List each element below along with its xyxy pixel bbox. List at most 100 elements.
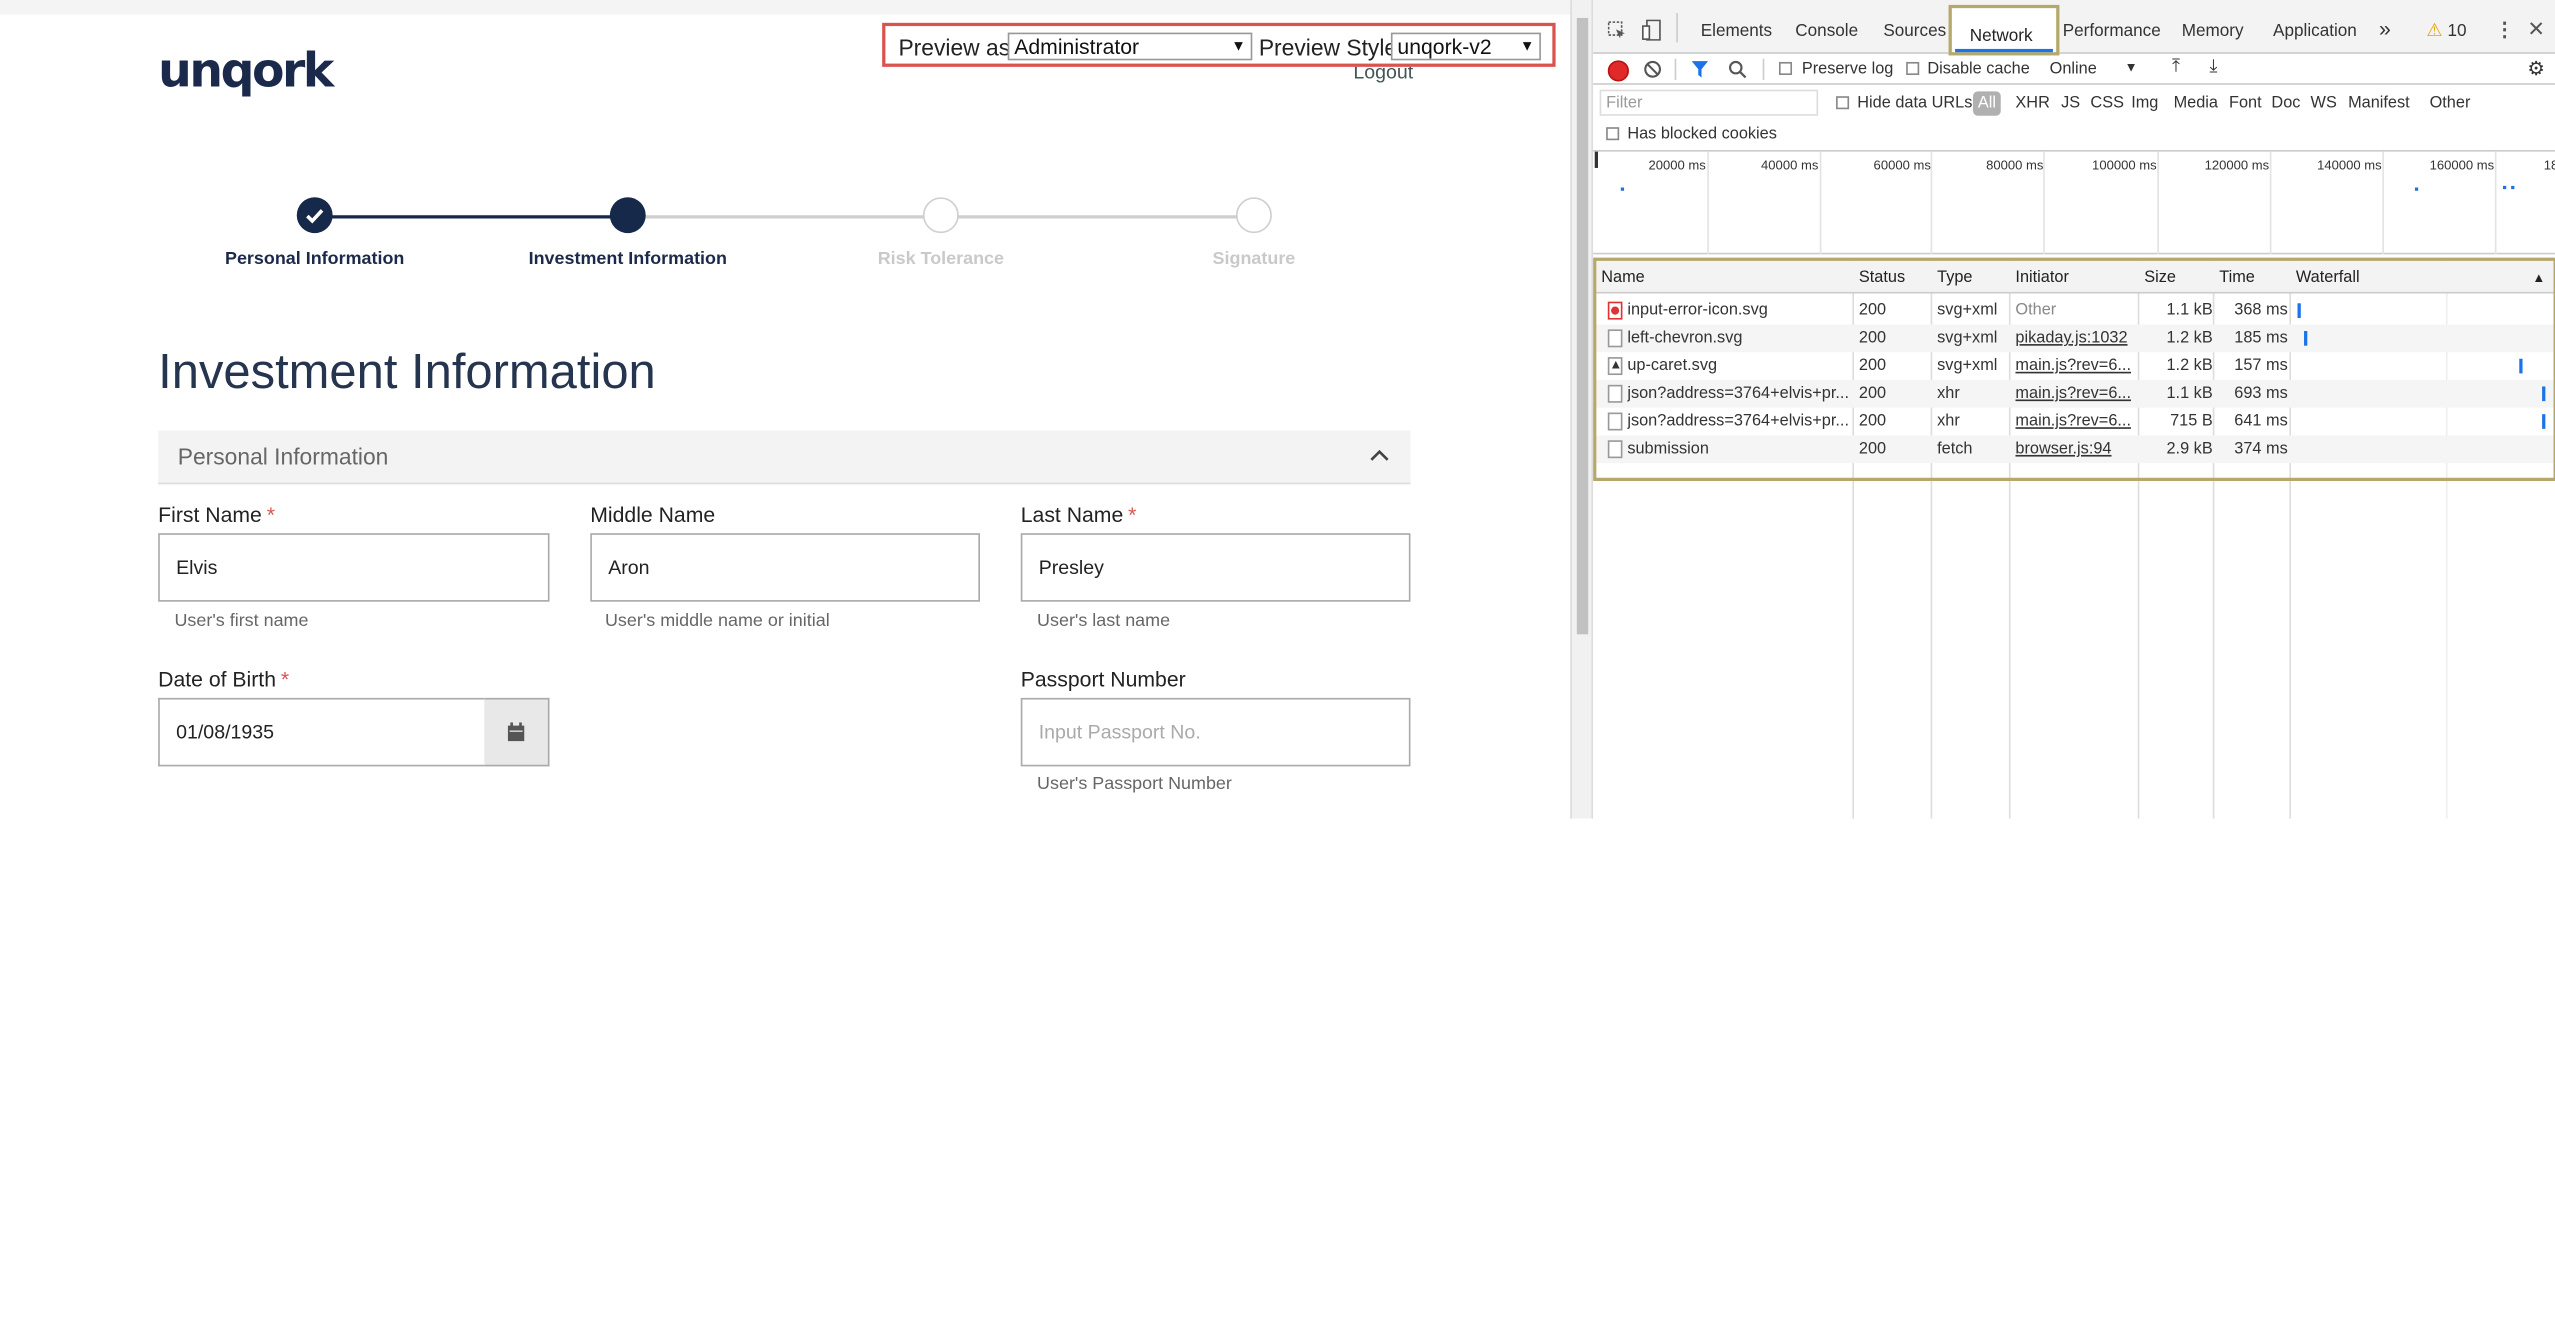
timeline-tick-label: 140000 ms xyxy=(2317,158,2382,173)
device-toggle-icon[interactable] xyxy=(1642,19,1662,41)
tab-memory[interactable]: Memory xyxy=(2182,21,2244,41)
last-name-help: User's last name xyxy=(1037,611,1171,632)
timeline-start-marker xyxy=(1594,151,1598,168)
has-blocked-cookies-label: Has blocked cookies xyxy=(1627,125,1777,144)
first-name-label-text: First Name xyxy=(158,502,262,527)
step-3-dot[interactable] xyxy=(922,197,959,234)
timeline-gridline xyxy=(1707,151,1709,255)
toolbar-separator xyxy=(1674,58,1677,80)
filter-input[interactable]: Filter xyxy=(1599,89,1819,116)
preview-controls: Preview as: Administrator ▼ Preview Styl… xyxy=(882,22,1556,67)
tab-sources[interactable]: Sources xyxy=(1883,21,1946,41)
kebab-menu-icon[interactable]: ⋮ xyxy=(2495,18,2515,41)
type-filter-all[interactable]: All xyxy=(1973,91,2001,116)
type-filter-doc[interactable]: Doc xyxy=(2271,95,2300,113)
tab-elements[interactable]: Elements xyxy=(1701,21,1772,41)
chevron-up-icon[interactable] xyxy=(1370,448,1390,461)
required-marker: * xyxy=(266,502,275,527)
preserve-log-label: Preserve log xyxy=(1801,60,1894,79)
inspect-element-icon[interactable] xyxy=(1607,21,1626,39)
timeline-gridline xyxy=(1930,151,1933,255)
step-1-label: Personal Information xyxy=(224,249,405,270)
dob-input[interactable]: 01/08/1935 xyxy=(158,697,485,767)
network-request-table: Name Status Type Initiator Size Time Wat… xyxy=(1593,257,2555,819)
warning-count[interactable]: 10 xyxy=(2448,21,2467,41)
type-filter-ws[interactable]: WS xyxy=(2311,95,2337,113)
app-preview: unqork Logout Preview as: Administrator … xyxy=(0,0,1571,819)
timeline-tick-label: 80000 ms xyxy=(1986,158,2044,173)
timeline-tick-label: 120000 ms xyxy=(2204,158,2270,173)
record-icon[interactable] xyxy=(1607,60,1629,82)
first-name-label: First Name * xyxy=(158,502,275,526)
section-header[interactable]: Personal Information xyxy=(158,430,1411,485)
timeline-tick-label: 160000 ms xyxy=(2429,158,2495,173)
middle-name-input[interactable]: Aron xyxy=(590,533,980,602)
preview-style-select[interactable]: unqork-v2 ▼ xyxy=(1390,32,1541,61)
timeline-tick-label: 18 xyxy=(2543,158,2555,173)
last-name-input[interactable]: Presley xyxy=(1020,533,1411,602)
active-tab-indicator xyxy=(1955,48,2053,53)
type-filter-xhr[interactable]: XHR xyxy=(2015,95,2049,113)
step-4-dot[interactable] xyxy=(1235,197,1272,234)
step-1-check-icon[interactable] xyxy=(296,197,333,234)
highlighted-request-area xyxy=(1593,257,2555,482)
timeline-gridline xyxy=(2269,151,2272,255)
has-blocked-cookies-checkbox[interactable] xyxy=(1606,127,1620,141)
timeline-tick-label: 20000 ms xyxy=(1648,158,1706,173)
import-har-icon[interactable]: ⤒ xyxy=(2172,57,2180,78)
chevron-down-icon[interactable]: ▼ xyxy=(2125,60,2138,75)
page-scrollbar[interactable] xyxy=(1570,0,1594,819)
toolbar-separator xyxy=(1762,58,1765,80)
type-filter-other[interactable]: Other xyxy=(2430,95,2471,113)
step-2-current-dot[interactable] xyxy=(609,197,646,234)
tab-console[interactable]: Console xyxy=(1795,21,1858,41)
type-filter-js[interactable]: JS xyxy=(2061,95,2080,113)
throttling-select[interactable]: Online xyxy=(2050,60,2097,78)
passport-input[interactable]: Input Passport No. xyxy=(1020,697,1411,767)
type-filter-media[interactable]: Media xyxy=(2174,95,2218,113)
timeline-gridline xyxy=(2382,151,2384,255)
warning-icon[interactable]: ⚠ xyxy=(2426,20,2442,41)
tab-network[interactable]: Network xyxy=(1948,4,2060,56)
export-har-icon[interactable]: ⤓ xyxy=(2209,57,2217,78)
disable-cache-checkbox[interactable] xyxy=(1906,61,1920,76)
scrollbar-thumb[interactable] xyxy=(1576,17,1589,635)
gear-icon[interactable]: ⚙ xyxy=(2527,57,2545,80)
devtools-panel: Elements Console Sources Network Perform… xyxy=(1593,0,2555,819)
filter-icon[interactable] xyxy=(1691,60,1709,78)
hide-data-urls-checkbox[interactable] xyxy=(1836,96,1850,110)
stepper-line-complete xyxy=(314,215,628,219)
type-filter-font[interactable]: Font xyxy=(2229,95,2262,113)
type-filter-css[interactable]: CSS xyxy=(2090,95,2124,113)
disable-cache-label: Disable cache xyxy=(1927,60,2030,79)
preview-as-value: Administrator xyxy=(1014,34,1140,59)
network-filter-bar: Filter Hide data URLs All XHR JS CSS Img… xyxy=(1593,85,2555,152)
step-4-label: Signature xyxy=(1212,249,1296,270)
clear-icon[interactable] xyxy=(1644,60,1662,78)
type-filter-manifest[interactable]: Manifest xyxy=(2348,95,2410,113)
dob-label: Date of Birth * xyxy=(158,667,289,691)
timeline-gridline xyxy=(2494,151,2497,255)
search-icon[interactable] xyxy=(1728,60,1747,79)
preview-as-select[interactable]: Administrator ▼ xyxy=(1007,32,1253,61)
unqork-logo: unqork xyxy=(158,42,334,98)
dropdown-arrow-icon: ▼ xyxy=(1519,37,1535,54)
type-filter-img[interactable]: Img xyxy=(2131,95,2158,113)
more-tabs-icon[interactable]: » xyxy=(2379,16,2391,40)
tab-application[interactable]: Application xyxy=(2273,21,2357,41)
middle-name-label: Middle Name xyxy=(590,502,716,527)
step-3-label: Risk Tolerance xyxy=(877,249,1004,270)
preserve-log-checkbox[interactable] xyxy=(1778,61,1793,76)
timeline-gridline xyxy=(2157,151,2159,255)
first-name-input[interactable]: Elvis xyxy=(158,533,550,602)
dob-label-text: Date of Birth xyxy=(158,666,277,692)
network-overview[interactable]: 20000 ms 40000 ms 60000 ms 80000 ms 1000… xyxy=(1593,151,2555,255)
required-marker: * xyxy=(280,666,290,692)
tab-performance[interactable]: Performance xyxy=(2063,21,2161,41)
close-icon[interactable]: ✕ xyxy=(2527,16,2545,42)
dropdown-arrow-icon: ▼ xyxy=(1231,37,1246,54)
hide-data-urls-label: Hide data URLs xyxy=(1857,94,1973,113)
calendar-button[interactable] xyxy=(484,697,550,767)
network-toolbar: Preserve log Disable cache Online ▼ ⤒ ⤓ … xyxy=(1593,54,2555,85)
last-name-label-text: Last Name xyxy=(1020,502,1124,527)
